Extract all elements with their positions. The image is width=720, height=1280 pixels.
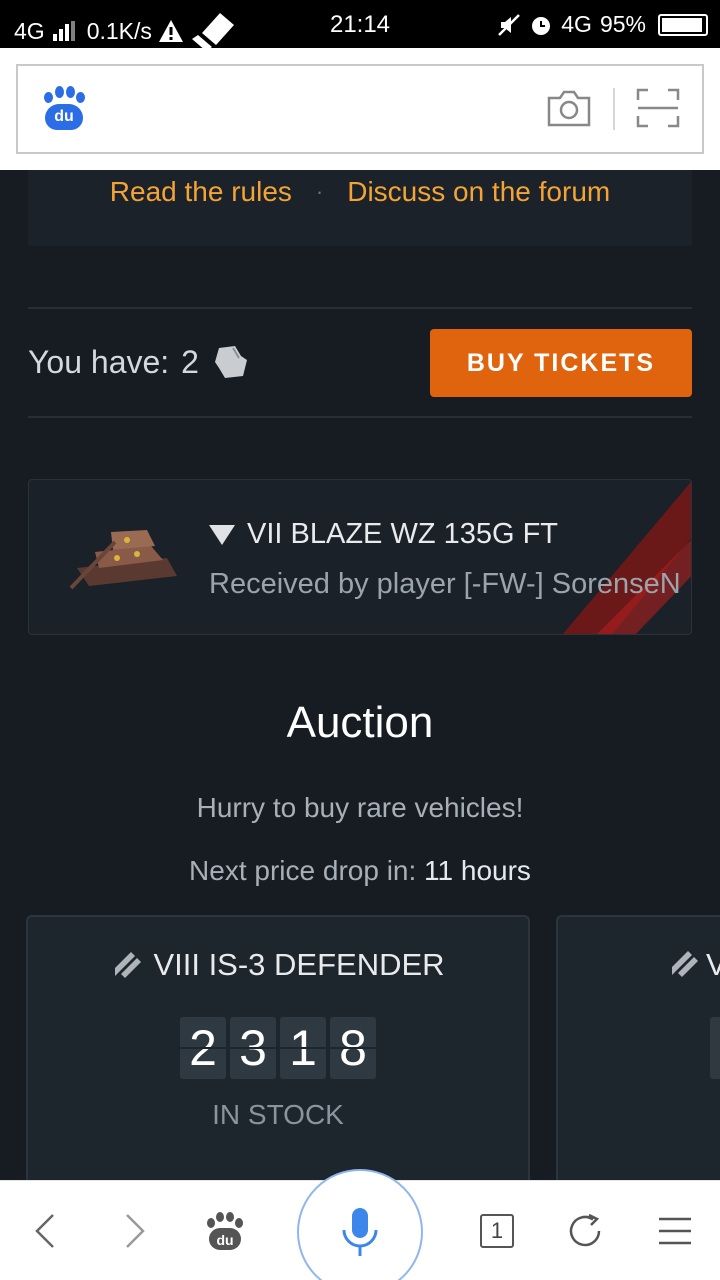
scan-icon[interactable] xyxy=(636,88,680,128)
received-vehicle-title: VII BLAZE WZ 135G FT xyxy=(209,518,558,551)
browser-bar: du xyxy=(0,48,720,170)
status-bar: 4G 0.1K/s 21:14 4G 95% xyxy=(0,0,720,51)
menu-button[interactable] xyxy=(644,1181,706,1280)
stock-digit: 8 xyxy=(330,1017,376,1079)
ticket-balance: You have: 2 xyxy=(28,342,251,382)
tabs-button[interactable]: 1 xyxy=(466,1181,528,1280)
refresh-button[interactable] xyxy=(554,1181,616,1280)
received-vehicle-card[interactable]: VII BLAZE WZ 135G FT Received by player … xyxy=(28,479,692,635)
microphone-icon xyxy=(342,1208,378,1256)
stock-digit-partial xyxy=(710,1017,720,1079)
received-by-text: Received by player [-FW-] SorenseN xyxy=(209,568,681,600)
ticket-count: 2 xyxy=(181,343,199,380)
tank-image xyxy=(69,530,177,590)
refresh-icon xyxy=(569,1213,601,1247)
chevron-right-icon xyxy=(126,1214,145,1248)
ticket-icon xyxy=(214,346,247,378)
browser-bottom-nav: du 1 xyxy=(0,1169,720,1280)
read-rules-link[interactable]: Read the rules xyxy=(110,176,292,208)
hamburger-menu-icon xyxy=(659,1217,691,1245)
rank-stripes-icon xyxy=(672,951,698,977)
lot-vehicle-name: VIII IS-3 DEFENDER xyxy=(153,947,445,982)
buy-tickets-button[interactable]: BUY TICKETS xyxy=(430,329,692,397)
baidu-home-button[interactable]: du xyxy=(194,1181,256,1280)
chevron-left-icon xyxy=(35,1214,54,1248)
stock-digit: 3 xyxy=(230,1017,276,1079)
received-vehicle-name: VII BLAZE WZ 135G FT xyxy=(247,518,559,550)
status-right: 4G 95% xyxy=(497,11,708,38)
triangle-down-icon xyxy=(209,524,235,545)
link-separator: · xyxy=(315,179,324,204)
baidu-logo[interactable]: du xyxy=(42,86,86,132)
auction-title: Auction xyxy=(286,698,434,747)
battery-percent: 95% xyxy=(599,11,646,37)
you-have-label: You have: xyxy=(28,343,170,380)
rules-card: Read the rules · Discuss on the forum xyxy=(28,170,692,246)
auction-subtitle: Hurry to buy rare vehicles! xyxy=(196,792,524,823)
auction-lot-card[interactable]: VIII IS-3 DEFENDER 2 3 1 8 IN STOCK xyxy=(26,915,530,1195)
baidu-paw-icon: du xyxy=(207,1212,243,1250)
network-right-label: 4G xyxy=(561,11,592,37)
stock-counter: 2 3 1 8 xyxy=(28,1017,528,1079)
search-box[interactable]: du xyxy=(16,64,704,154)
svg-text:du: du xyxy=(216,1232,233,1248)
auction-lot-card-next[interactable]: V xyxy=(556,915,720,1195)
lot-title: VIII IS-3 DEFENDER xyxy=(28,947,528,983)
price-drop-label: Next price drop in: xyxy=(189,855,417,886)
divider-bottom xyxy=(28,416,692,418)
rules-links: Read the rules · Discuss on the forum xyxy=(28,176,692,208)
voice-search-button[interactable] xyxy=(297,1169,423,1280)
divider xyxy=(613,88,615,130)
divider-top xyxy=(28,307,692,309)
stock-digit: 1 xyxy=(280,1017,326,1079)
discuss-forum-link[interactable]: Discuss on the forum xyxy=(347,176,610,208)
stock-digit: 2 xyxy=(180,1017,226,1079)
back-button[interactable] xyxy=(14,1181,76,1280)
battery-icon xyxy=(658,13,708,36)
forward-button[interactable] xyxy=(104,1181,166,1280)
tab-count: 1 xyxy=(480,1214,514,1248)
baidu-logo-text: du xyxy=(45,104,83,130)
rank-stripes-icon xyxy=(115,952,142,978)
alarm-icon xyxy=(532,16,551,35)
lot-vehicle-name-partial: V xyxy=(706,947,720,983)
price-drop-line: Next price drop in: 11 hours xyxy=(0,855,720,887)
mute-icon xyxy=(498,13,521,36)
red-streak-decoration xyxy=(562,481,691,634)
camera-icon[interactable] xyxy=(546,88,592,128)
stock-label: IN STOCK xyxy=(212,1099,344,1130)
price-drop-value: 11 hours xyxy=(424,855,531,886)
